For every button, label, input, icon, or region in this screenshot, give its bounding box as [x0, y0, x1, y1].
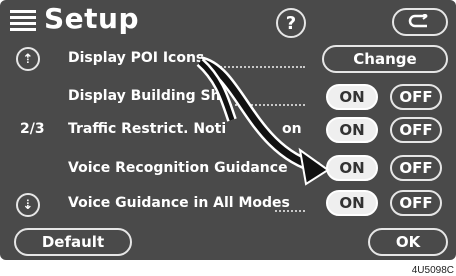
- figure-code: 4U5098C: [411, 265, 454, 276]
- instruction-arrow-icon: [196, 56, 330, 186]
- setup-screen: Setup ? ⇡ Display POI Icons Change Displ…: [0, 0, 456, 260]
